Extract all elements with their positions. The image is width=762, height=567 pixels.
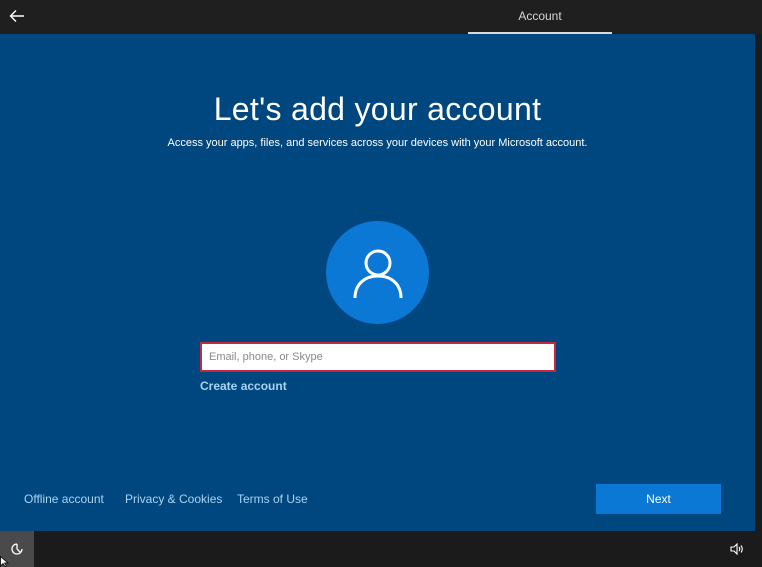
page-subtitle: Access your apps, files, and services ac… [167,137,588,149]
volume-button[interactable] [726,539,748,559]
back-button[interactable] [4,3,30,29]
page-title: Let's add your account [213,91,542,127]
volume-icon [730,543,743,555]
ease-of-access-icon [11,543,23,555]
next-button[interactable]: Next [596,484,721,514]
bottom-bar [0,531,762,567]
create-account-link[interactable]: Create account [200,379,287,393]
arrow-left-icon [9,10,24,22]
privacy-cookies-link[interactable]: Privacy & Cookies [125,492,222,506]
tab-account: Account [468,0,612,34]
setup-panel: Let's add your account Access your apps,… [0,34,755,531]
top-bar: Account [0,0,762,34]
user-icon [353,249,402,298]
avatar [326,221,429,324]
offline-account-link[interactable]: Offline account [24,492,104,506]
mouse-cursor-icon [0,556,10,567]
email-input[interactable] [200,342,556,372]
terms-of-use-link[interactable]: Terms of Use [237,492,308,506]
